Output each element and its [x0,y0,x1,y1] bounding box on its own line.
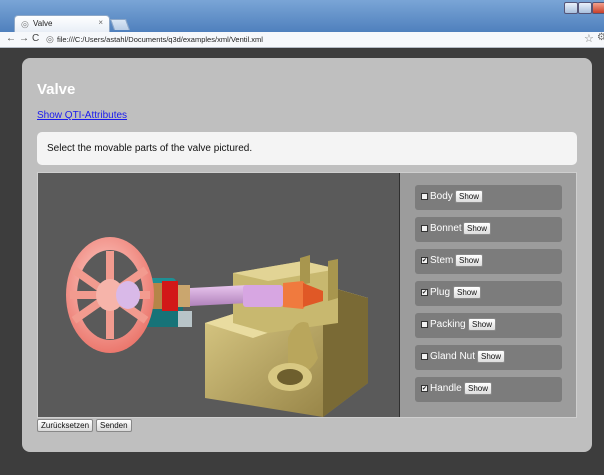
close-window-button[interactable] [592,2,604,14]
prompt-text: Select the movable parts of the valve pi… [47,143,253,154]
show-bonnet-button[interactable]: Show [463,222,492,235]
part-row-packing[interactable]: Packing Show [415,313,562,338]
wrench-menu-icon[interactable]: ⚙ [597,32,604,43]
show-qti-attributes-link[interactable]: Show QTI-Attributes [37,110,127,121]
part-row-bonnet[interactable]: Bonnet Show [415,217,562,242]
show-gland-nut-button[interactable]: Show [477,350,506,363]
valve-3d-scene[interactable] [38,173,400,417]
part-label-handle: Handle [430,383,462,394]
browser-tab[interactable]: ◎ Valve × [14,15,110,32]
show-body-button[interactable]: Show [455,190,484,203]
part-row-stem[interactable]: ✔ Stem Show [415,249,562,274]
browser-toolbar: ← → C ◎ file:///C:/Users/astahl/Document… [0,32,604,48]
reload-icon[interactable]: C [32,33,39,44]
part-label-stem: Stem [430,255,454,266]
part-checkbox-plug[interactable]: ✔ [421,289,428,296]
show-handle-button[interactable]: Show [464,382,493,395]
reset-button[interactable]: Zurücksetzen [37,419,94,432]
page-title: Valve [37,81,76,98]
page-icon: ◎ [21,19,29,29]
valve-model-image[interactable] [38,173,400,417]
part-checkbox-stem[interactable]: ✔ [421,257,428,264]
tab-title: Valve [33,19,53,28]
page-viewport: Valve Show QTI-Attributes Select the mov… [0,49,604,475]
tab-close-icon[interactable]: × [98,18,103,27]
part-label-packing: Packing [430,319,466,330]
bookmark-star-icon[interactable]: ☆ [584,32,594,45]
prompt-box: Select the movable parts of the valve pi… [37,132,577,165]
part-row-plug[interactable]: ✔ Plug Show [415,281,562,306]
part-row-gland-nut[interactable]: Gland Nut Show [415,345,562,370]
part-label-plug: Plug [430,287,451,298]
part-label-gland-nut: Gland Nut [430,351,476,362]
part-checkbox-body[interactable] [421,193,428,200]
minimize-button[interactable] [564,2,578,14]
part-label-bonnet: Bonnet [430,223,462,234]
page-icon: ◎ [46,34,54,44]
part-checkbox-gland-nut[interactable] [421,353,428,360]
maximize-button[interactable] [578,2,592,14]
show-plug-button[interactable]: Show [453,286,482,299]
part-row-handle[interactable]: ✔ Handle Show [415,377,562,402]
assessment-card: Valve Show QTI-Attributes Select the mov… [22,58,592,452]
part-checkbox-handle[interactable]: ✔ [421,385,428,392]
show-packing-button[interactable]: Show [468,318,497,331]
hotspot-interaction: Body Show Bonnet Show ✔ Stem Show ✔ Plug… [37,172,577,418]
forward-arrow-icon[interactable]: → [19,33,29,44]
show-stem-button[interactable]: Show [455,254,484,267]
submit-button[interactable]: Senden [96,419,132,432]
address-bar[interactable]: file:///C:/Users/astahl/Documents/q3d/ex… [57,35,263,44]
part-checkbox-packing[interactable] [421,321,428,328]
part-label-body: Body [430,191,453,202]
browser-titlebar: ◎ Valve × [0,0,604,32]
part-row-body[interactable]: Body Show [415,185,562,210]
part-checkbox-bonnet[interactable] [421,225,428,232]
back-arrow-icon[interactable]: ← [6,33,16,44]
new-tab-button[interactable] [109,19,131,30]
